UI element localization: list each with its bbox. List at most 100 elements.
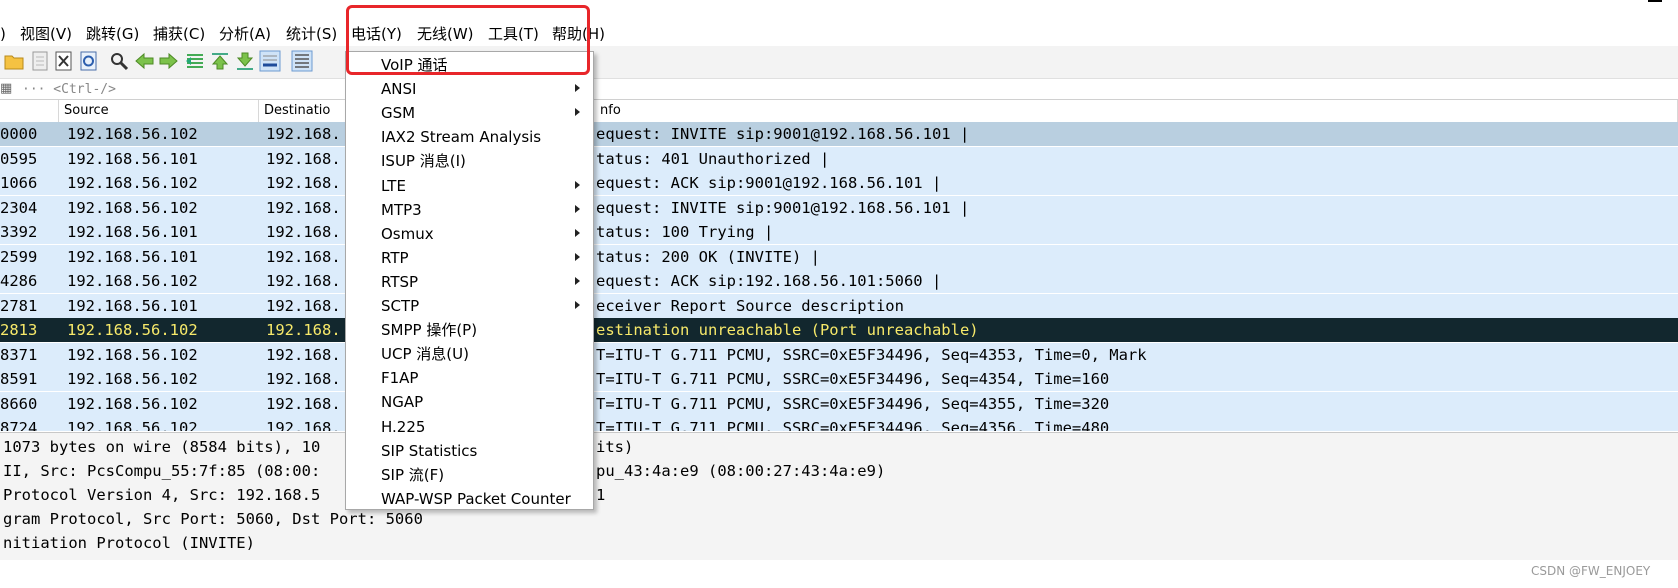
packet-row[interactable]: 1066 192.168.56.102 192.168. equest: ACK si… (0, 171, 1678, 195)
packet-cell-time: 8660 (0, 394, 38, 413)
menu-item-1[interactable]: 视图(V) (20, 24, 72, 44)
menu-item-2[interactable]: 跳转(G) (86, 24, 139, 44)
menu-bar: ) 视图(V) 跳转(G) 捕获(C) 分析(A) 统计(S) 电话(Y) 无线(W) 工具(T… (0, 0, 1678, 46)
telephony-menu-item-isup-i[interactable]: ISUP 消息(I) (346, 149, 593, 173)
display-filter-bar[interactable]: ▦ ··· <Ctrl-/> (0, 79, 1678, 100)
packet-cell-dest: 192.168. (266, 247, 341, 266)
watermark: CSDN @FW_ENJOEY (1531, 564, 1651, 578)
column-header-1[interactable]: Source (59, 100, 259, 122)
menu-item-6[interactable]: 电话(Y) (351, 24, 402, 44)
menu-item-7[interactable]: 无线(W) (417, 24, 474, 44)
packet-list[interactable]: Source Destinatio nfo 0000 192.168.56.102 19… (0, 100, 1678, 431)
telephony-menu-item-ucp-u[interactable]: UCP 消息(U) (346, 342, 593, 366)
telephony-menu-item-rtp[interactable]: RTP (346, 246, 593, 270)
packet-cell-source: 192.168.56.102 (67, 419, 198, 431)
go-to-packet-icon[interactable] (184, 50, 206, 72)
telephony-menu-item-ngap[interactable]: NGAP (346, 390, 593, 414)
telephony-menu-item-iax2-stream-analysis[interactable]: IAX2 Stream Analysis (346, 125, 593, 149)
column-header-3[interactable]: nfo (595, 100, 1678, 122)
packet-row[interactable]: 2813 192.168.56.102 192.168. estination unr… (0, 318, 1678, 342)
telephony-menu-item-sip-f[interactable]: SIP 流(F) (346, 463, 593, 487)
menu-item-label: UCP 消息(U) (381, 345, 469, 364)
detail-line[interactable]: nitiation Protocol (INVITE) (3, 531, 255, 555)
submenu-arrow-icon (575, 228, 580, 237)
packet-cell-time: 3392 (0, 223, 38, 241)
packet-cell-dest: 192.168. (266, 345, 341, 364)
packet-cell-source: 192.168.56.102 (67, 174, 198, 192)
packet-list-header: Source Destinatio nfo (0, 100, 1678, 123)
menu-item-8[interactable]: 工具(T) (488, 24, 539, 44)
packet-cell-info: equest: ACK sip:192.168.56.101:5060 | (596, 272, 942, 290)
packet-row[interactable]: 2781 192.168.56.101 192.168. eceiver Report… (0, 293, 1678, 318)
packet-row[interactable]: 0595 192.168.56.101 192.168. tatus: 401 Una… (0, 146, 1678, 171)
telephony-menu-item-smpp-p[interactable]: SMPP 操作(P) (346, 318, 593, 342)
packet-row[interactable]: 8591 192.168.56.102 192.168. T=ITU-T G.711 … (0, 367, 1678, 391)
column-header-2[interactable]: Destinatio (259, 100, 359, 122)
packet-row[interactable]: 8660 192.168.56.102 192.168. T=ITU-T G.711 … (0, 391, 1678, 416)
first-packet-icon[interactable] (209, 50, 231, 72)
telephony-menu-item-sip-statistics[interactable]: SIP Statistics (346, 439, 593, 463)
telephony-menu-item-mtp3[interactable]: MTP3 (346, 198, 593, 222)
packet-details-pane[interactable]: 1073 bytes on wire (8584 bits), 10 its) II… (0, 432, 1678, 560)
telephony-menu-dropdown: VoIP 通话 ANSI GSM IAX2 Stream Analysis ISUP 消… (345, 51, 594, 510)
telephony-menu-item-gsm[interactable]: GSM (346, 101, 593, 125)
menu-item-label: SMPP 操作(P) (381, 321, 478, 340)
packet-cell-time: 0000 (0, 125, 38, 143)
packet-row[interactable]: 3392 192.168.56.101 192.168. tatus: 100 Try… (0, 220, 1678, 244)
colorize-icon[interactable] (291, 50, 313, 72)
close-file-icon[interactable] (53, 50, 75, 72)
packet-cell-time: 4286 (0, 272, 38, 290)
packet-row[interactable]: 0000 192.168.56.102 192.168. equest: INVITE… (0, 122, 1678, 146)
packet-cell-info: T=ITU-T G.711 PCMU, SSRC=0xE5F34496, Seq… (596, 419, 1110, 431)
packet-cell-source: 192.168.56.102 (67, 345, 198, 364)
telephony-menu-item-voip[interactable]: VoIP 通话 (346, 53, 593, 77)
packet-cell-source: 192.168.56.102 (67, 125, 198, 143)
telephony-menu-item-wap-wsp-packet-counter[interactable]: WAP-WSP Packet Counter (346, 487, 593, 511)
packet-cell-dest: 192.168. (266, 198, 341, 217)
detail-line[interactable]: Protocol Version 4, Src: 192.168.5 (3, 483, 320, 507)
display-filter-input[interactable]: ··· <Ctrl-/> (22, 82, 116, 97)
packet-cell-time: 8724 (0, 419, 38, 431)
telephony-menu-item-rtsp[interactable]: RTSP (346, 270, 593, 294)
telephony-menu-item-osmux[interactable]: Osmux (346, 222, 593, 246)
packet-cell-time: 2781 (0, 296, 38, 315)
packet-cell-source: 192.168.56.102 (67, 272, 198, 290)
telephony-menu-item-f1ap[interactable]: F1AP (346, 366, 593, 390)
packet-cell-info: T=ITU-T G.711 PCMU, SSRC=0xE5F34496, Seq… (596, 345, 1147, 364)
menu-item-5[interactable]: 统计(S) (286, 24, 337, 44)
detail-line[interactable]: 1073 bytes on wire (8584 bits), 10 (3, 435, 320, 459)
minimize-button[interactable] (1648, 0, 1662, 2)
autoscroll-icon[interactable] (259, 50, 281, 72)
filter-bookmark-icon[interactable]: ▦ (0, 81, 12, 96)
packet-cell-dest: 192.168. (266, 125, 341, 143)
submenu-arrow-icon (575, 180, 580, 189)
packet-cell-time: 2813 (0, 321, 38, 339)
reload-icon[interactable] (78, 50, 100, 72)
telephony-menu-item-sctp[interactable]: SCTP (346, 294, 593, 318)
menu-item-9[interactable]: 帮助(H) (552, 24, 605, 44)
packet-row[interactable]: 2599 192.168.56.101 192.168. tatus: 200 OK … (0, 244, 1678, 269)
telephony-menu-item-lte[interactable]: LTE (346, 174, 593, 198)
find-packet-icon[interactable] (108, 50, 130, 72)
packet-cell-dest: 192.168. (266, 394, 341, 413)
column-header-0[interactable] (0, 100, 59, 122)
go-forward-icon[interactable] (158, 50, 180, 72)
menu-item-3[interactable]: 捕获(C) (153, 24, 205, 44)
packet-row[interactable]: 4286 192.168.56.102 192.168. equest: ACK si… (0, 269, 1678, 293)
packet-row[interactable]: 2304 192.168.56.102 192.168. equest: INVITE… (0, 195, 1678, 220)
last-packet-icon[interactable] (234, 50, 256, 72)
menu-item-0[interactable]: ) (0, 24, 6, 44)
packet-cell-time: 1066 (0, 174, 38, 192)
packet-row[interactable]: 8371 192.168.56.102 192.168. T=ITU-T G.711 … (0, 342, 1678, 367)
detail-line[interactable]: II, Src: PcsCompu_55:7f:85 (08:00: (3, 459, 320, 483)
save-file-icon[interactable] (29, 50, 51, 72)
telephony-menu-item-ansi[interactable]: ANSI (346, 77, 593, 101)
submenu-arrow-icon (575, 301, 580, 309)
menu-item-label: ANSI (381, 80, 417, 99)
telephony-menu-item-h-225[interactable]: H.225 (346, 415, 593, 439)
open-file-icon[interactable] (3, 50, 25, 72)
go-back-icon[interactable] (133, 50, 155, 72)
packet-row[interactable]: 8724 192.168.56.102 192.168. T=ITU-T G.711 … (0, 416, 1678, 431)
menu-item-label: SIP Statistics (381, 441, 478, 460)
menu-item-4[interactable]: 分析(A) (219, 24, 271, 44)
